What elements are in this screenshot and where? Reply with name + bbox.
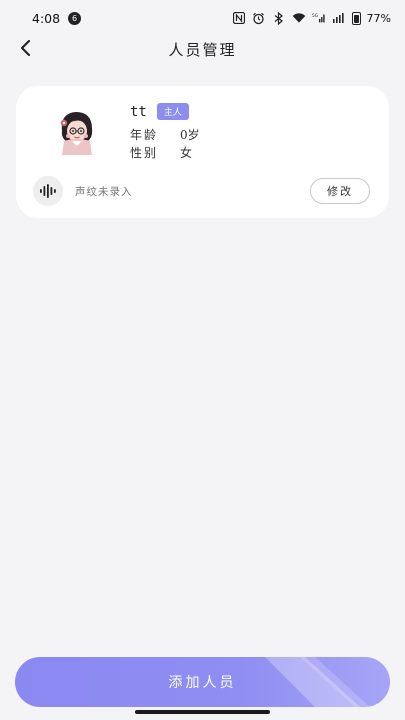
gender-row: 性别 女: [130, 144, 192, 161]
svg-text:5G: 5G: [312, 13, 319, 19]
age-value: 0岁: [180, 128, 200, 142]
status-bar: 4:08 6 5G 77%: [0, 0, 405, 36]
add-person-label: 添加人员: [168, 675, 237, 691]
person-name: tt: [130, 103, 147, 120]
age-label: 年龄: [130, 128, 159, 142]
alarm-icon: [252, 12, 266, 24]
battery-percent: 77%: [366, 11, 391, 25]
voiceprint-icon: [40, 184, 56, 198]
add-person-button[interactable]: 添加人员: [15, 657, 390, 707]
nav-bar: 人员管理: [0, 36, 405, 62]
avatar: [52, 107, 102, 157]
voiceprint-status: 声纹未录入: [75, 186, 133, 198]
wifi-icon: [292, 12, 306, 24]
owner-badge: 主人: [156, 103, 189, 120]
gender-label: 性别: [130, 146, 159, 160]
notification-count-badge: 6: [68, 11, 82, 25]
signal-icon: [332, 12, 346, 24]
gesture-bar[interactable]: [135, 710, 270, 714]
page-title: 人员管理: [168, 41, 237, 59]
edit-button[interactable]: 修改: [310, 178, 370, 204]
age-row: 年龄 0岁: [130, 126, 200, 143]
battery-icon: [351, 11, 361, 25]
bluetooth-icon: [272, 11, 286, 25]
voiceprint-button[interactable]: [33, 176, 63, 206]
signal-5g-icon: 5G: [312, 12, 326, 24]
status-time: 4:08: [32, 10, 61, 26]
gender-value: 女: [180, 146, 193, 160]
person-card[interactable]: tt 主人 年龄 0岁 性别 女 声纹未录入 修改: [16, 86, 389, 218]
nfc-icon: [232, 12, 246, 24]
